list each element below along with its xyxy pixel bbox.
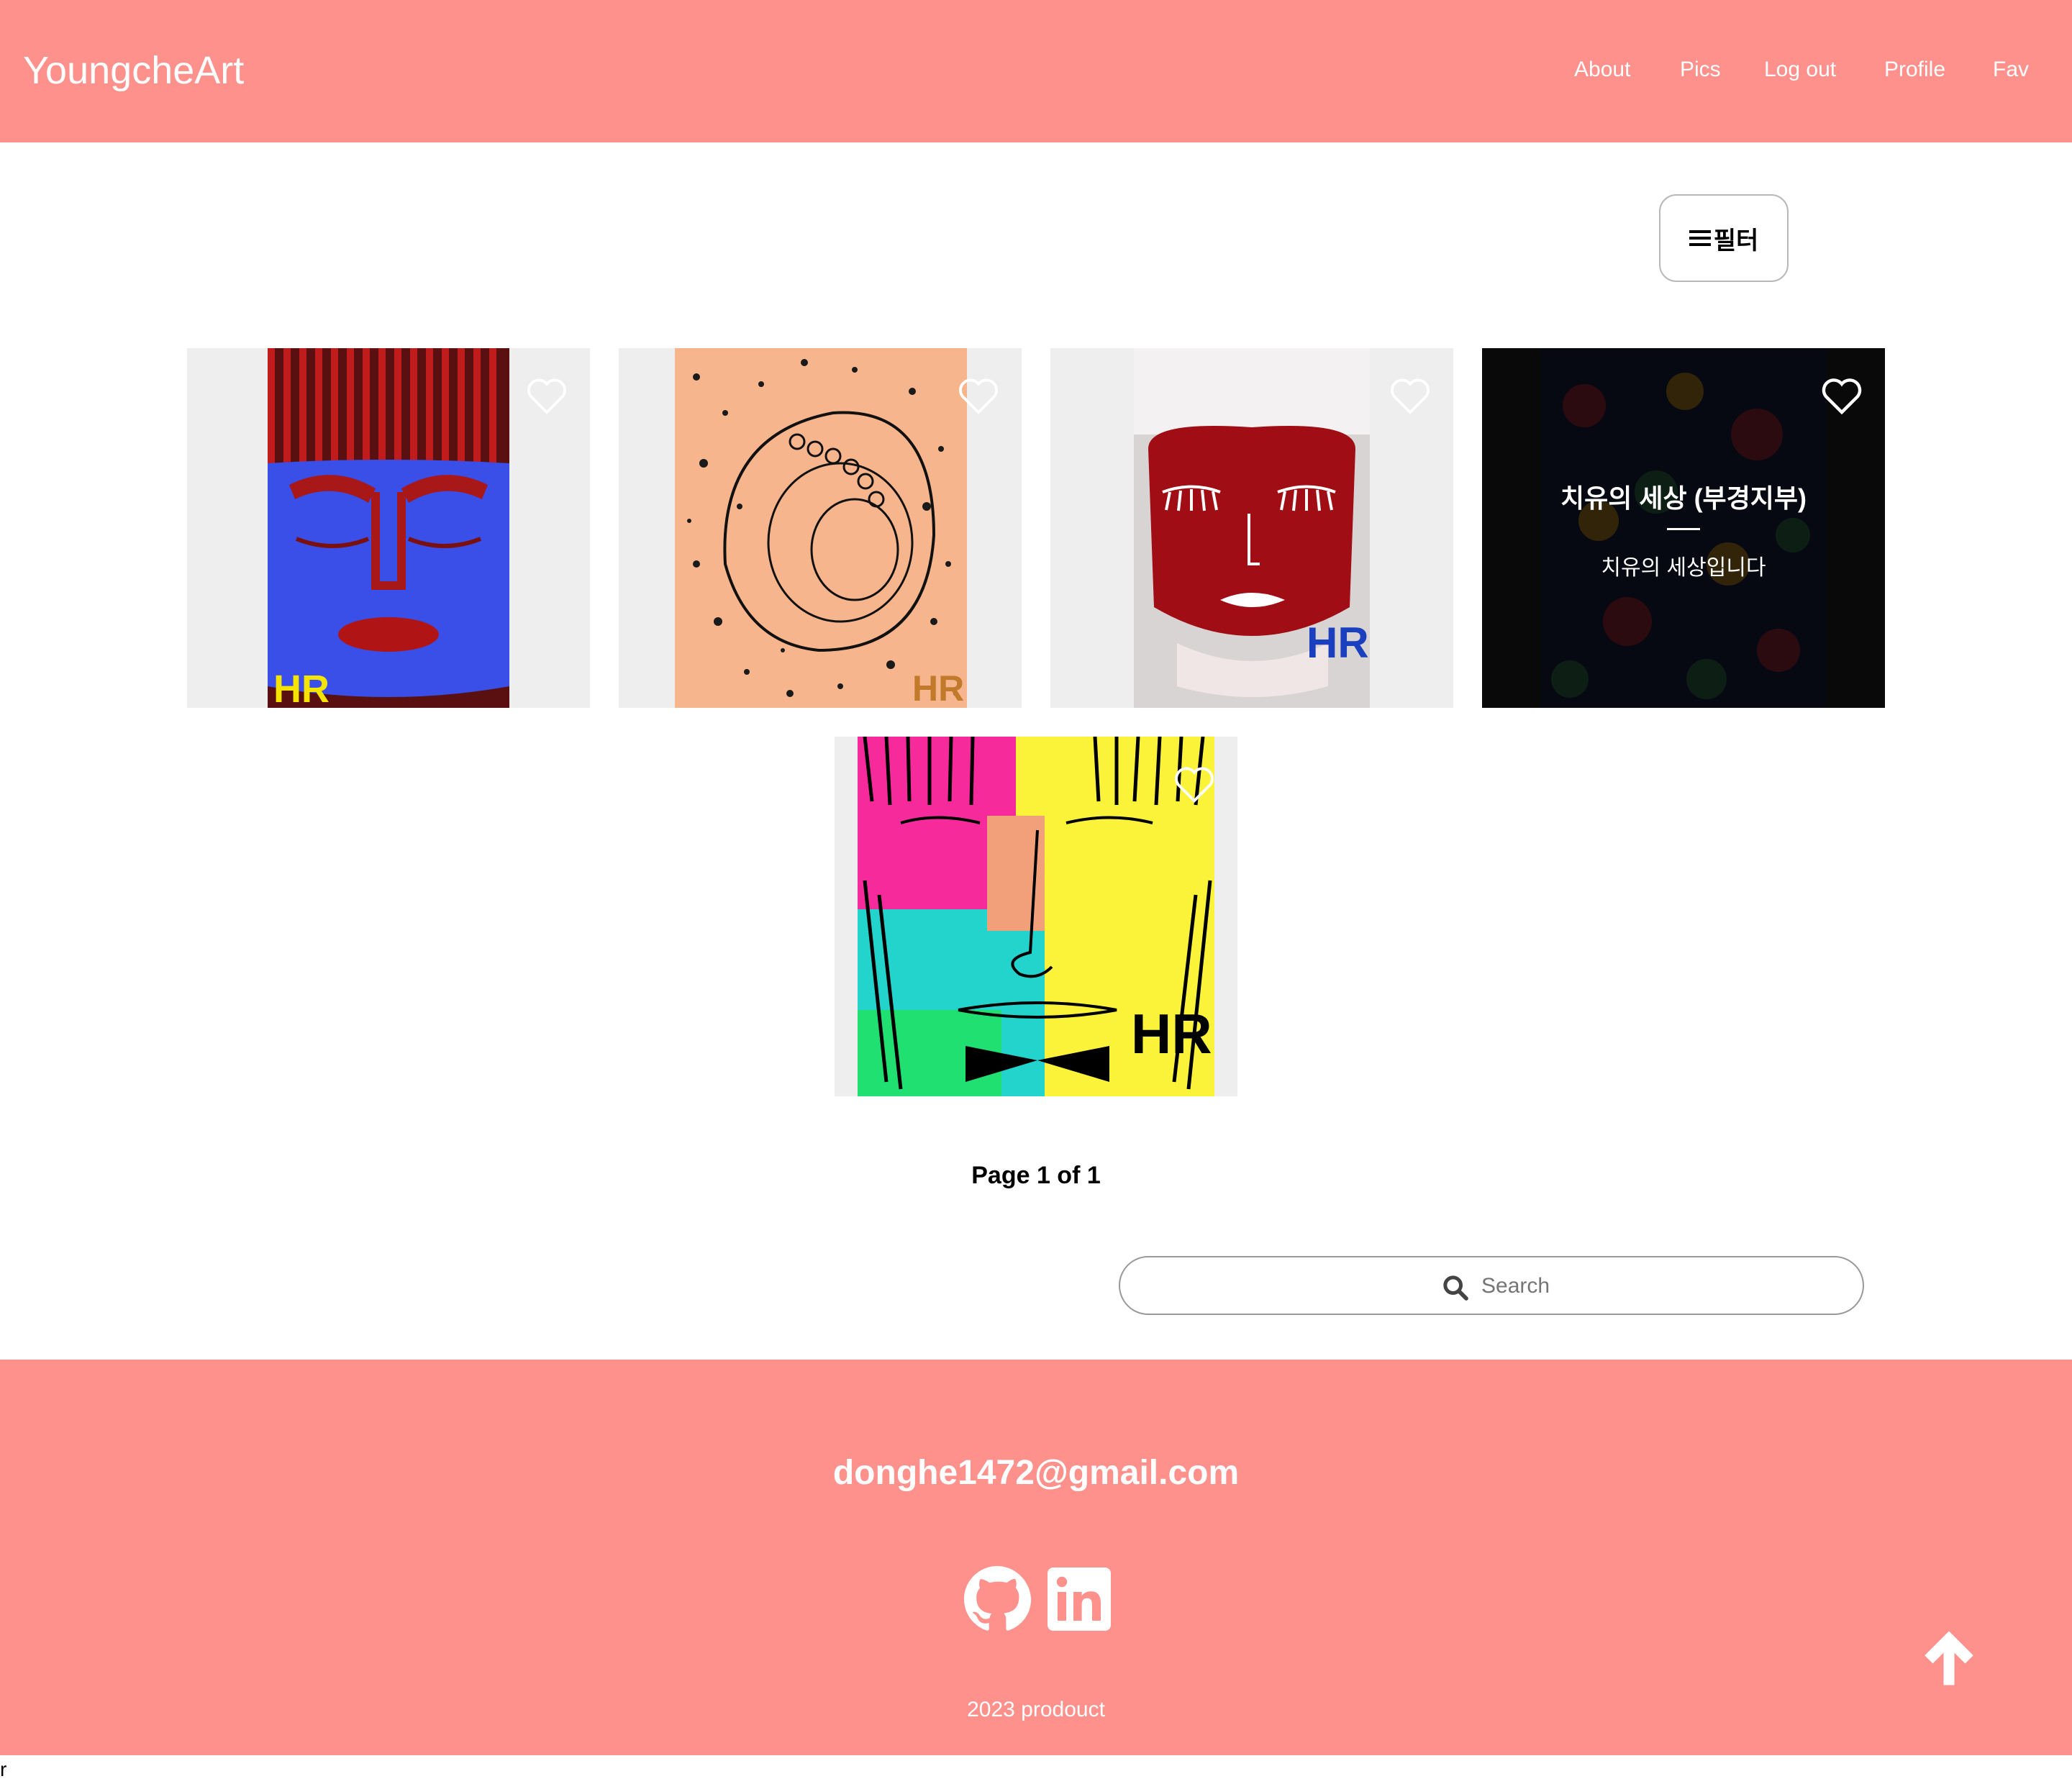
artwork-description: 치유의 세상입니다 bbox=[1601, 556, 1766, 580]
contact-email[interactable]: donghe1472@gmail.com bbox=[0, 1453, 2072, 1493]
gallery-card-4[interactable]: 치유의 세상 (부경지부) 치유의 세상입니다 bbox=[1482, 348, 1885, 708]
gallery-card-1[interactable]: HR bbox=[187, 348, 590, 708]
menu-icon bbox=[1689, 230, 1711, 246]
title-divider bbox=[1667, 528, 1700, 530]
svg-text:HR: HR bbox=[912, 668, 964, 708]
artwork-title: 치유의 세상 (부경지부) bbox=[1560, 483, 1807, 513]
svg-text:HR: HR bbox=[1131, 1002, 1212, 1065]
heart-icon[interactable] bbox=[1820, 377, 1863, 416]
nav-link-pics[interactable]: Pics bbox=[1680, 52, 1721, 88]
svg-text:HR: HR bbox=[273, 668, 330, 708]
svg-text:HR: HR bbox=[1307, 619, 1369, 667]
nav-link-about[interactable]: About bbox=[1574, 52, 1630, 88]
brand-logo[interactable]: YoungcheArt bbox=[23, 42, 244, 99]
search-input[interactable] bbox=[1480, 1268, 1771, 1305]
search-bar[interactable] bbox=[1119, 1256, 1864, 1315]
gallery-card-3[interactable]: HR bbox=[1050, 348, 1453, 708]
nav-link-logout[interactable]: Log out bbox=[1764, 52, 1836, 88]
red-face-painting: HR bbox=[1134, 348, 1370, 708]
heart-icon[interactable] bbox=[525, 377, 568, 416]
nav-link-profile[interactable]: Profile bbox=[1884, 52, 1945, 88]
linkedin-icon[interactable] bbox=[1045, 1565, 1114, 1634]
footer: donghe1472@gmail.com 2023 prodouct bbox=[0, 1360, 2072, 1755]
stray-text: r bbox=[0, 1758, 7, 1780]
github-icon[interactable] bbox=[963, 1565, 1032, 1634]
search-icon bbox=[1443, 1275, 1468, 1301]
filter-button[interactable]: 필터 bbox=[1659, 194, 1789, 282]
heart-icon[interactable] bbox=[957, 377, 1000, 416]
heart-icon[interactable] bbox=[1389, 377, 1432, 416]
filter-label: 필터 bbox=[1713, 227, 1759, 255]
blue-face-painting: HR bbox=[268, 348, 509, 708]
neon-face-painting: HR bbox=[858, 737, 1214, 1096]
arrow-up-icon[interactable] bbox=[1917, 1626, 1981, 1690]
heart-icon[interactable] bbox=[1173, 765, 1216, 804]
nav-link-fav[interactable]: Fav bbox=[1993, 52, 2029, 88]
gallery-card-2[interactable]: HR bbox=[619, 348, 1022, 708]
navbar: YoungcheArt About Pics Log out Profile F… bbox=[0, 0, 2072, 142]
pagination-info: Page 1 of 1 bbox=[971, 1162, 1101, 1189]
peach-abstract-painting: HR bbox=[675, 348, 967, 708]
copyright-text: 2023 prodouct bbox=[967, 1698, 1105, 1721]
gallery-card-5[interactable]: HR bbox=[835, 737, 1237, 1096]
